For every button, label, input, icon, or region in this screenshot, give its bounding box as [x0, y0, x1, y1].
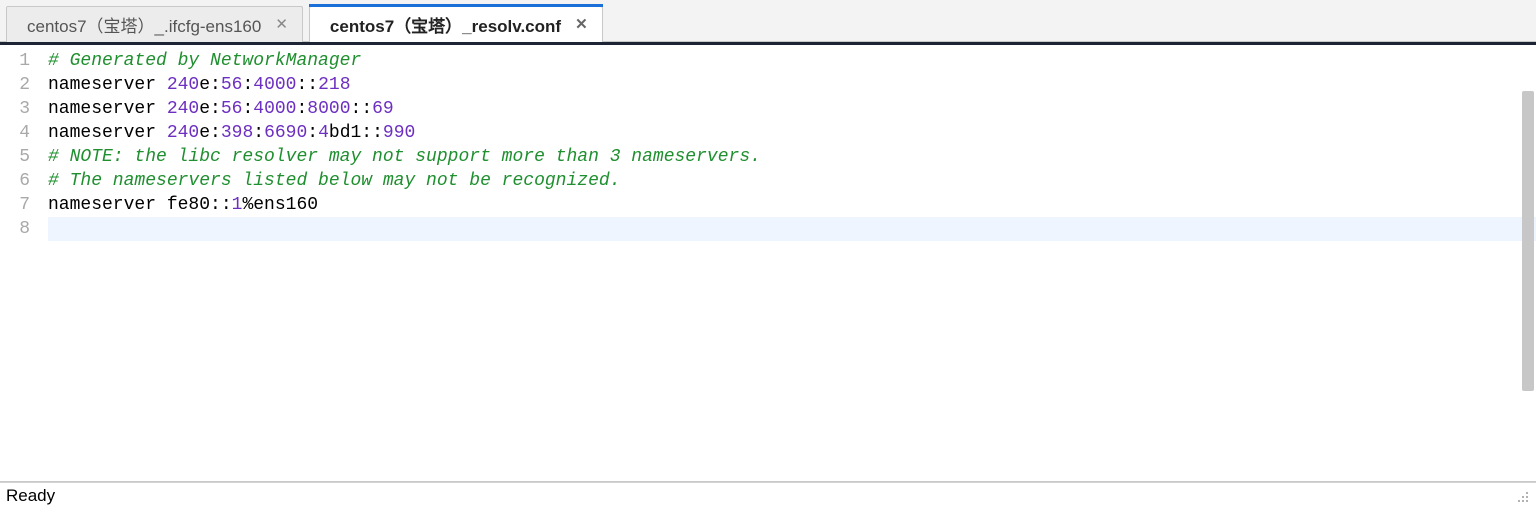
code-line[interactable]: nameserver 240e:398:6690:4bd1::990	[48, 121, 1536, 145]
code-token: 6690	[264, 123, 307, 143]
scrollbar-thumb[interactable]	[1522, 91, 1534, 391]
code-token: bd1::	[329, 123, 383, 143]
code-token: # NOTE: the libc resolver may not suppor…	[48, 147, 761, 167]
line-number: 6	[0, 169, 40, 193]
code-line[interactable]: # Generated by NetworkManager	[48, 49, 1536, 73]
code-token: ::	[296, 75, 318, 95]
code-token: 8000	[307, 99, 350, 119]
code-line[interactable]: nameserver fe80::1%ens160	[48, 193, 1536, 217]
editor[interactable]: 12345678 # Generated by NetworkManagerna…	[0, 45, 1536, 482]
code-token: 240	[167, 99, 199, 119]
code-line[interactable]	[48, 217, 1536, 241]
line-number-gutter: 12345678	[0, 45, 40, 481]
code-token: 4000	[253, 75, 296, 95]
line-number: 5	[0, 145, 40, 169]
code-token: 4000	[253, 99, 296, 119]
code-token: # Generated by NetworkManager	[48, 51, 361, 71]
vertical-scrollbar[interactable]	[1520, 91, 1536, 401]
status-text: Ready	[6, 486, 55, 506]
code-token: :	[296, 99, 307, 119]
code-token: ::	[351, 99, 373, 119]
code-token: :	[242, 75, 253, 95]
code-token: 56	[221, 75, 243, 95]
code-line[interactable]: # NOTE: the libc resolver may not suppor…	[48, 145, 1536, 169]
line-number: 2	[0, 73, 40, 97]
code-token: e:	[199, 123, 221, 143]
code-token: 218	[318, 75, 350, 95]
line-number: 1	[0, 49, 40, 73]
code-token: nameserver	[48, 123, 167, 143]
code-token: %ens160	[242, 195, 318, 215]
code-line[interactable]: # The nameservers listed below may not b…	[48, 169, 1536, 193]
line-number: 4	[0, 121, 40, 145]
code-token: :	[307, 123, 318, 143]
code-token: 398	[221, 123, 253, 143]
code-token: nameserver	[48, 75, 167, 95]
code-token: e:	[199, 75, 221, 95]
code-area[interactable]: # Generated by NetworkManagernameserver …	[40, 45, 1536, 481]
line-number: 8	[0, 217, 40, 241]
code-token: 69	[372, 99, 394, 119]
code-token: :	[253, 123, 264, 143]
code-token: 4	[318, 123, 329, 143]
tab-bar: centos7（宝塔）_.ifcfg-ens160✕centos7（宝塔）_re…	[0, 0, 1536, 42]
code-token: 990	[383, 123, 415, 143]
editor-tab[interactable]: centos7（宝塔）_resolv.conf ✕	[309, 6, 603, 42]
code-token: 56	[221, 99, 243, 119]
code-line[interactable]: nameserver 240e:56:4000:8000::69	[48, 97, 1536, 121]
code-token: nameserver fe80::	[48, 195, 232, 215]
resize-grip-icon[interactable]	[1514, 488, 1530, 504]
close-icon[interactable]: ✕	[575, 17, 588, 32]
code-token: :	[242, 99, 253, 119]
code-token: 1	[232, 195, 243, 215]
status-bar: Ready	[0, 482, 1536, 508]
code-token: 240	[167, 75, 199, 95]
line-number: 3	[0, 97, 40, 121]
code-line[interactable]: nameserver 240e:56:4000::218	[48, 73, 1536, 97]
tab-label: centos7（宝塔）_.ifcfg-ens160	[27, 12, 261, 37]
code-token: e:	[199, 99, 221, 119]
line-number: 7	[0, 193, 40, 217]
close-icon[interactable]: ✕	[275, 17, 288, 32]
editor-tab[interactable]: centos7（宝塔）_.ifcfg-ens160 ✕	[6, 6, 303, 42]
tab-label: centos7（宝塔）_resolv.conf	[330, 12, 561, 37]
code-token: 240	[167, 123, 199, 143]
code-token: # The nameservers listed below may not b…	[48, 171, 621, 191]
code-token: nameserver	[48, 99, 167, 119]
